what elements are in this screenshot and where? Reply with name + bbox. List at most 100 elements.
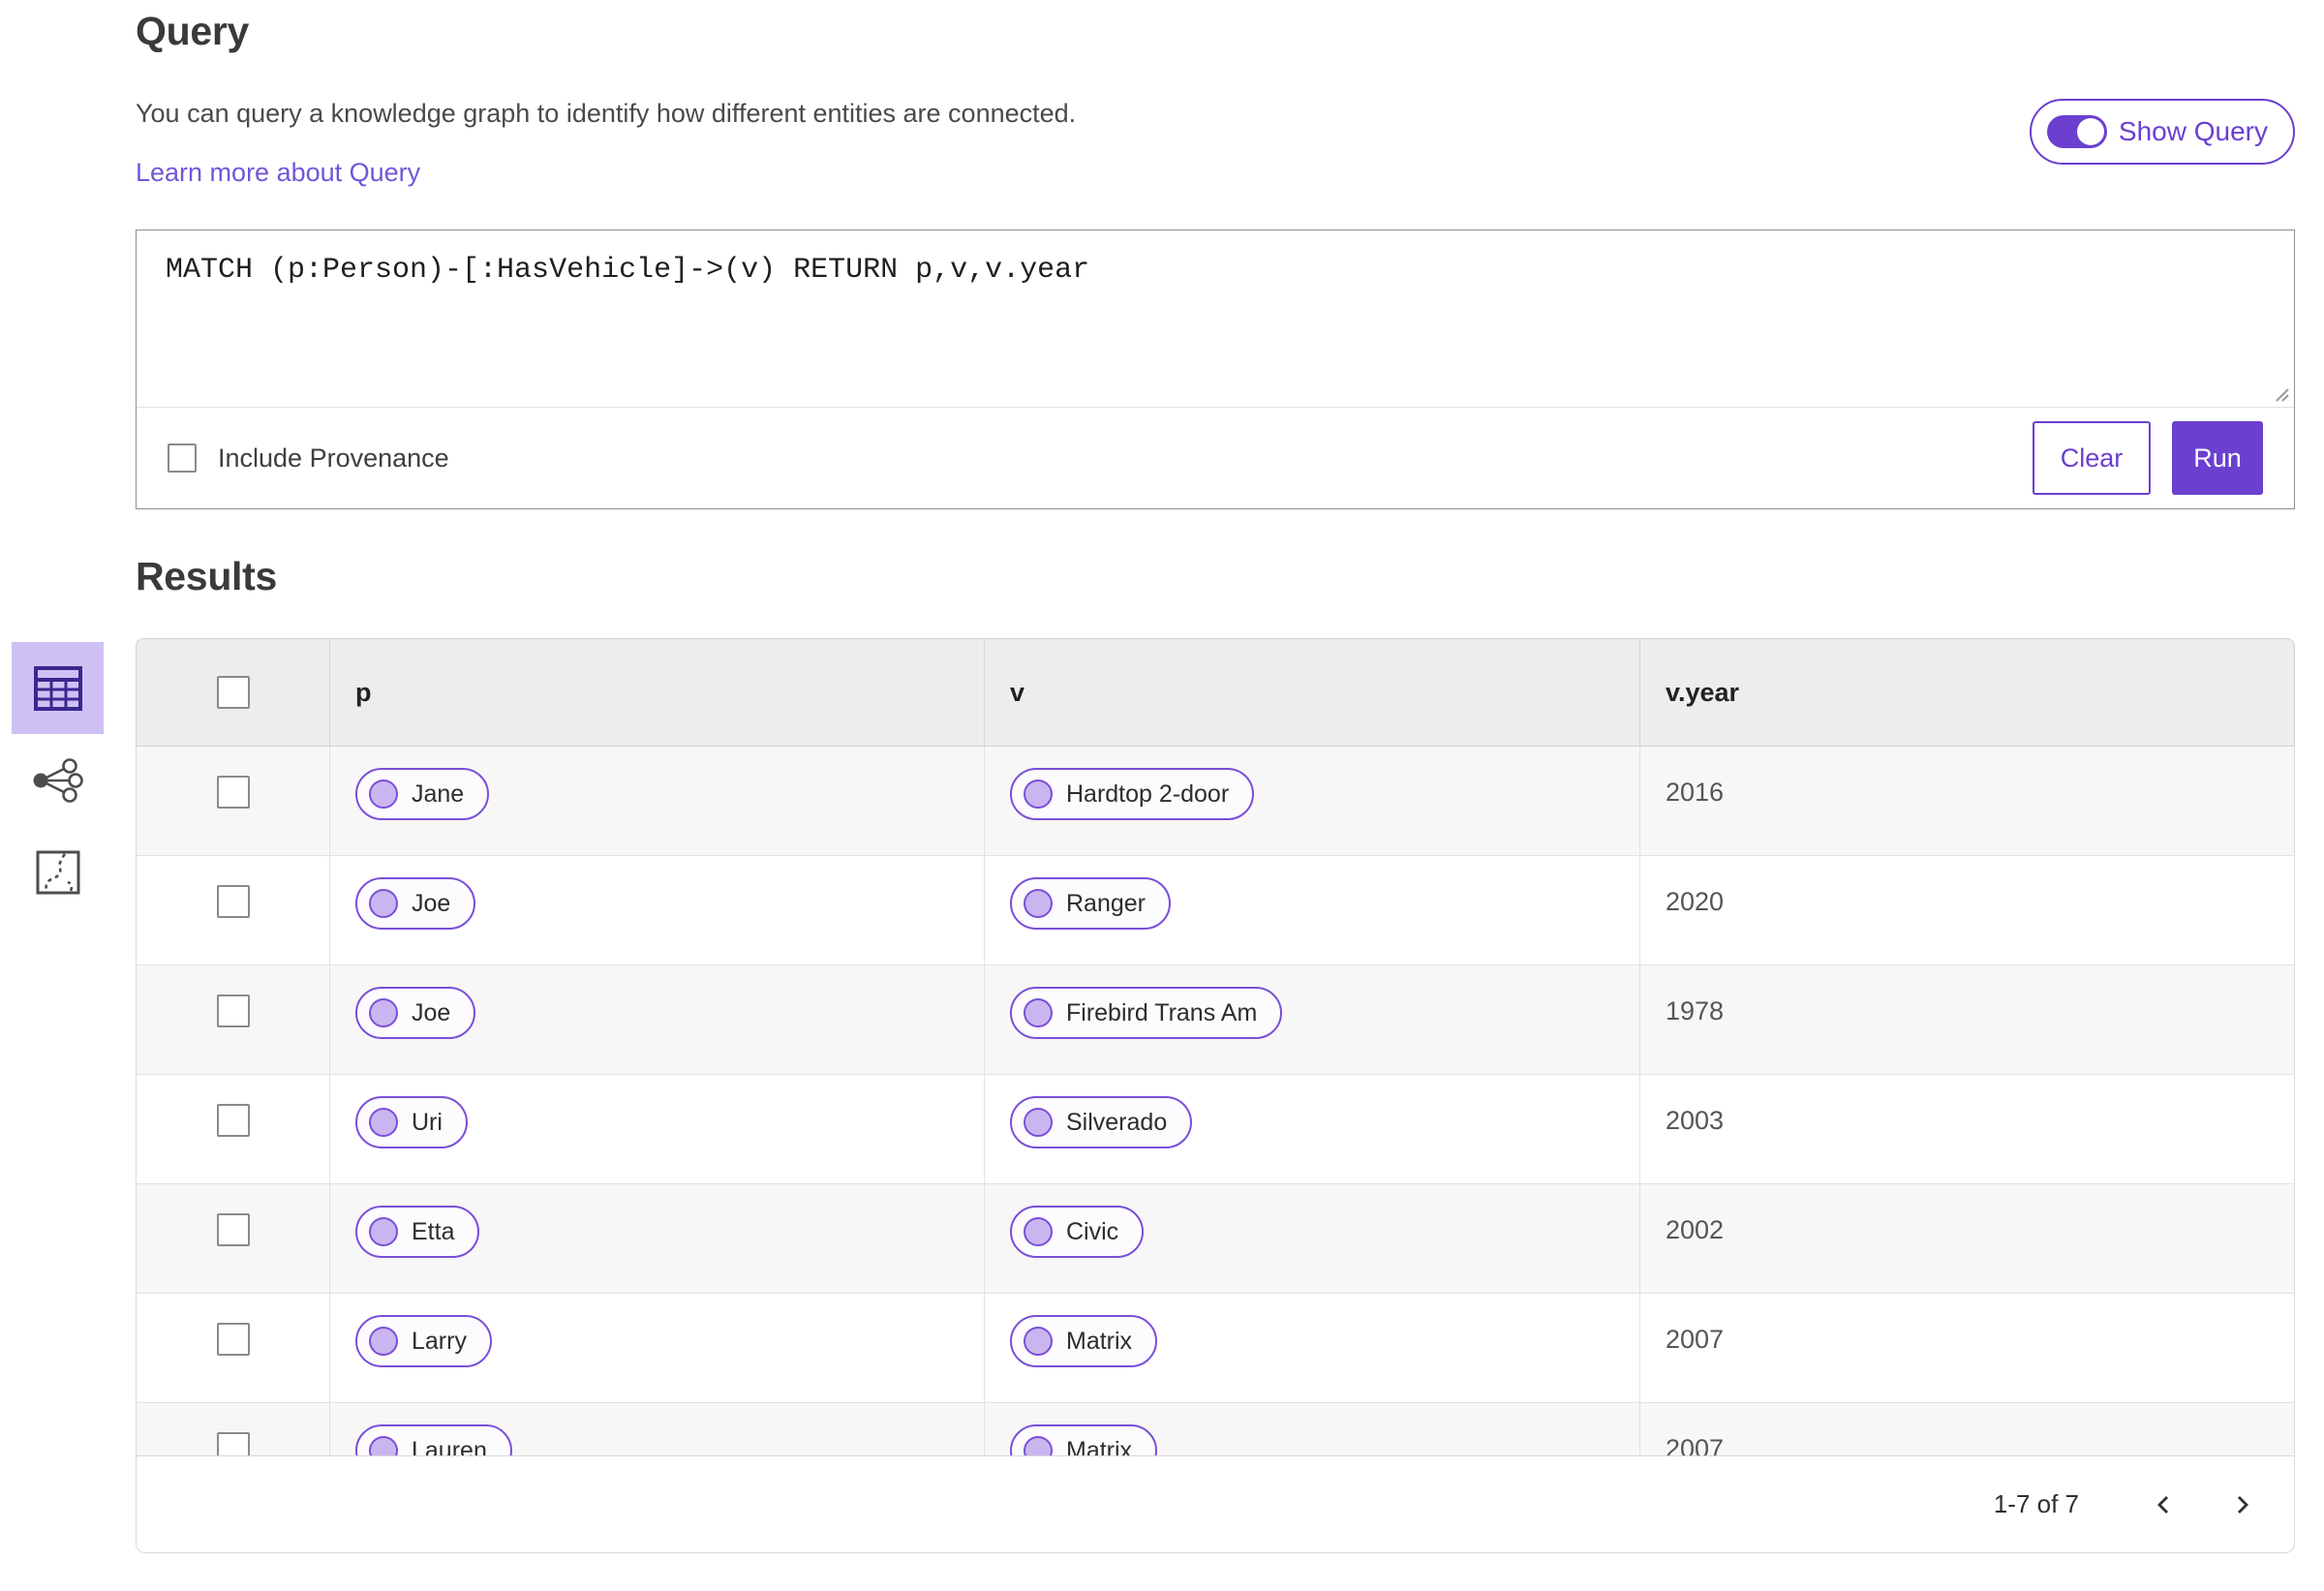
entity-label-p: Larry [412,1327,467,1355]
query-editor: MATCH (p:Person)-[:HasVehicle]->(v) RETU… [137,230,2294,408]
entity-pill-v[interactable]: Hardtop 2-door [1010,768,1255,820]
row-select-cell [137,1184,329,1293]
entity-pill-v[interactable]: Matrix [1010,1424,1158,1456]
entity-label-p: Etta [412,1217,455,1245]
pagination-range: 1-7 of 7 [1993,1489,2079,1518]
cell-v-year: 2007 [1639,1403,2294,1455]
cell-v: Ranger [984,856,1639,964]
entity-pill-v[interactable]: Silverado [1010,1096,1193,1148]
v-year-value: 2016 [1666,778,1725,807]
entity-pill-v[interactable]: Firebird Trans Am [1010,987,1283,1039]
node-icon [369,1436,398,1455]
entity-pill-p[interactable]: Etta [355,1206,480,1258]
cell-v-year: 1978 [1639,965,2294,1074]
cell-p: Larry [329,1294,984,1402]
row-select-cell [137,1403,329,1455]
entity-label-p: Uri [412,1108,443,1136]
cell-p: Jane [329,747,984,855]
entity-label-v: Silverado [1066,1108,1168,1136]
row-select-cell [137,747,329,855]
v-year-value: 2002 [1666,1215,1725,1244]
run-button[interactable]: Run [2172,421,2263,495]
query-input[interactable]: MATCH (p:Person)-[:HasVehicle]->(v) RETU… [137,230,2294,407]
main-content: Query You can query a knowledge graph to… [136,0,2295,1553]
entity-pill-p[interactable]: Larry [355,1315,492,1367]
query-panel: MATCH (p:Person)-[:HasVehicle]->(v) RETU… [136,229,2295,509]
show-query-toggle-label: Show Query [2118,116,2268,146]
table-row: Etta Civic 2002 [137,1184,2294,1294]
select-all-cell [137,639,329,746]
row-checkbox[interactable] [216,776,250,809]
column-header-v: v [984,639,1639,746]
map-view-button[interactable] [12,826,104,918]
column-header-p: p [329,639,984,746]
node-icon [1024,780,1053,809]
chevron-left-icon [2157,1495,2168,1514]
cell-p: Etta [329,1184,984,1293]
node-icon [1024,1108,1053,1137]
entity-label-v: Civic [1066,1217,1119,1245]
learn-more-link[interactable]: Learn more about Query [136,158,420,188]
v-year-value: 1978 [1666,996,1725,1025]
cell-p: Joe [329,965,984,1074]
show-query-toggle[interactable]: Show Query [2029,99,2295,165]
table-row: Joe Firebird Trans Am 1978 [137,965,2294,1075]
clear-button[interactable]: Clear [2033,421,2151,495]
row-checkbox[interactable] [216,994,250,1027]
previous-page-button[interactable] [2139,1480,2189,1530]
cell-v: Hardtop 2-door [984,747,1639,855]
node-icon [369,889,398,918]
node-icon [369,1108,398,1137]
toggle-knob [2076,118,2104,145]
row-select-cell [137,856,329,964]
query-page: Query You can query a knowledge graph to… [0,0,2324,1591]
cell-v: Firebird Trans Am [984,965,1639,1074]
next-page-button[interactable] [2217,1480,2267,1530]
include-provenance-label: Include Provenance [218,443,449,473]
row-checkbox[interactable] [216,1104,250,1137]
cell-p: Lauren [329,1403,984,1455]
cell-v-year: 2016 [1639,747,2294,855]
entity-pill-v[interactable]: Matrix [1010,1315,1158,1367]
entity-label-v: Matrix [1066,1327,1133,1355]
entity-pill-p[interactable]: Joe [355,877,476,930]
query-actions-bar: Include Provenance Clear Run [137,408,2294,508]
entity-pill-p[interactable]: Uri [355,1096,468,1148]
table-row: Lauren Matrix 2007 [137,1403,2294,1455]
entity-label-v: Firebird Trans Am [1066,998,1258,1026]
pagination-bar: 1-7 of 7 [136,1455,2295,1553]
node-icon [1024,1436,1053,1455]
entity-label-v: Matrix [1066,1436,1133,1456]
entity-pill-v[interactable]: Civic [1010,1206,1145,1258]
entity-pill-p[interactable]: Jane [355,768,490,820]
node-icon [1024,1327,1053,1356]
graph-view-button[interactable] [12,734,104,826]
entity-pill-v[interactable]: Ranger [1010,877,1171,930]
select-all-checkbox[interactable] [216,676,250,709]
row-checkbox[interactable] [216,1213,250,1246]
row-select-cell [137,965,329,1074]
v-year-value: 2020 [1666,887,1725,916]
toggle-switch-icon[interactable] [2046,115,2107,148]
row-checkbox[interactable] [216,1323,250,1356]
include-provenance-checkbox[interactable] [168,444,197,473]
row-checkbox[interactable] [216,885,250,918]
cell-v-year: 2002 [1639,1184,2294,1293]
table-view-button[interactable] [12,642,104,734]
table-row: Joe Ranger 2020 [137,856,2294,965]
column-header-v-year: v.year [1639,639,2294,746]
row-checkbox[interactable] [216,1432,250,1455]
entity-pill-p[interactable]: Lauren [355,1424,512,1455]
node-icon [369,780,398,809]
chevron-right-icon [2238,1495,2248,1514]
v-year-value: 2007 [1666,1434,1725,1455]
row-select-cell [137,1075,329,1183]
table-body: Jane Hardtop 2-door 2016 Joe Ranger 2020… [136,747,2295,1455]
resize-grip[interactable] [2268,381,2291,404]
results-title: Results [136,554,278,598]
entity-label-p: Joe [412,889,451,917]
entity-pill-p[interactable]: Joe [355,987,476,1039]
page-title: Query [136,9,249,53]
entity-label-p: Joe [412,998,451,1026]
table-header-row: p v v.year [136,638,2295,747]
